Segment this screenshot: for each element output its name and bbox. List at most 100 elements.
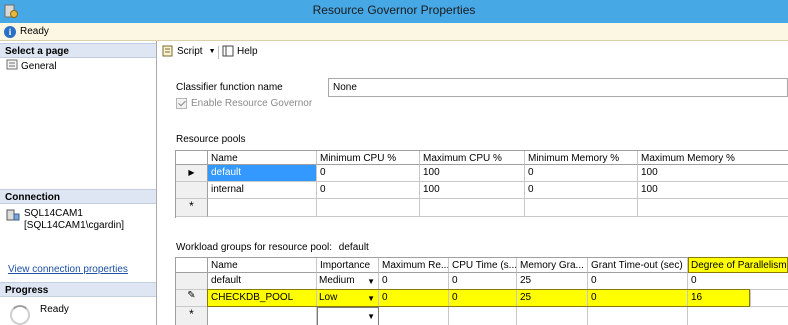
new-row-indicator[interactable]: *: [176, 199, 208, 217]
workload-groups-label-text: Workload groups for resource pool:: [176, 242, 333, 253]
classifier-function-field[interactable]: None: [328, 78, 788, 97]
row-indicator[interactable]: ▶: [176, 165, 208, 182]
connection-user: [SQL14CAM1\cgardin]: [24, 220, 125, 231]
row-indicator[interactable]: [176, 182, 208, 199]
resource-pools-grid: Name Minimum CPU % Maximum CPU % Minimum…: [175, 150, 788, 218]
chevron-down-icon[interactable]: ▼: [367, 294, 375, 303]
importance-dropdown[interactable]: Low ▼: [317, 290, 379, 307]
grid-cell[interactable]: [317, 199, 420, 217]
script-button[interactable]: Script ▼: [162, 45, 216, 57]
grid-cell[interactable]: 0: [449, 273, 517, 290]
grid-cell[interactable]: 100: [638, 182, 788, 199]
importance-dropdown[interactable]: ▼: [317, 307, 379, 325]
grid-cell[interactable]: [638, 199, 788, 217]
toolbar-separator: [218, 46, 219, 59]
pool-name-cell[interactable]: default: [208, 165, 317, 182]
grid-cell[interactable]: [420, 199, 525, 217]
importance-dropdown[interactable]: Medium ▼: [317, 273, 379, 290]
select-page-header: Select a page: [0, 43, 156, 58]
group-name-cell[interactable]: CHECKDB_POOL: [208, 290, 317, 307]
status-bar: i Ready: [0, 23, 788, 41]
grid-cell-overflow: [751, 290, 788, 307]
grid-cell[interactable]: [588, 307, 688, 325]
group-name-cell[interactable]: default: [208, 273, 317, 290]
checkbox-check-icon: [176, 98, 187, 109]
column-header[interactable]: Minimum Memory %: [525, 151, 638, 165]
resource-pools-label: Resource pools: [176, 134, 246, 145]
status-text: Ready: [20, 26, 49, 37]
chevron-down-icon[interactable]: ▼: [367, 312, 375, 321]
chevron-down-icon[interactable]: ▼: [209, 48, 216, 55]
row-edit-indicator[interactable]: ✎: [176, 290, 208, 307]
grid-cell[interactable]: 0: [379, 290, 449, 307]
server-icon: [6, 209, 20, 221]
grid-cell[interactable]: 0: [588, 290, 688, 307]
toolbar: Script ▼ Help: [158, 41, 788, 63]
importance-value: Low: [319, 292, 338, 303]
chevron-down-icon[interactable]: ▼: [367, 277, 375, 286]
grid-cell[interactable]: [525, 199, 638, 217]
grid-cell[interactable]: [449, 307, 517, 325]
window-title: Resource Governor Properties: [312, 3, 476, 17]
column-header[interactable]: Name: [208, 151, 317, 165]
degree-of-parallelism-cell[interactable]: 16: [688, 290, 751, 307]
connection-server: SQL14CAM1: [24, 208, 83, 219]
column-header[interactable]: Memory Gra...: [517, 258, 588, 273]
progress-ring-icon: [10, 305, 30, 325]
grid-cell[interactable]: 0: [525, 182, 638, 199]
grid-corner: [176, 258, 208, 273]
page-item-label: General: [21, 61, 57, 72]
enable-resource-governor-checkbox[interactable]: Enable Resource Governor: [176, 98, 312, 109]
grid-cell[interactable]: 0: [449, 290, 517, 307]
grid-cell[interactable]: [688, 307, 788, 325]
column-header[interactable]: Maximum CPU %: [420, 151, 525, 165]
help-button[interactable]: Help: [222, 45, 258, 57]
degree-of-parallelism-header[interactable]: Degree of Parallelism: [688, 258, 788, 273]
progress-header: Progress: [0, 282, 156, 297]
progress-status: Ready: [40, 304, 69, 315]
info-icon: i: [4, 26, 16, 38]
connection-info: SQL14CAM1 [SQL14CAM1\cgardin]: [6, 208, 124, 232]
column-header[interactable]: Name: [208, 258, 317, 273]
pool-name-cell[interactable]: internal: [208, 182, 317, 199]
view-connection-properties-link[interactable]: View connection properties: [8, 264, 128, 275]
grid-cell[interactable]: [379, 307, 449, 325]
enable-resource-governor-label: Enable Resource Governor: [191, 98, 313, 109]
classifier-label: Classifier function name: [176, 82, 283, 93]
column-header[interactable]: Importance: [317, 258, 379, 273]
grid-cell[interactable]: 0: [379, 273, 449, 290]
grid-cell[interactable]: 25: [517, 290, 588, 307]
help-label: Help: [237, 45, 258, 57]
grid-cell[interactable]: 100: [638, 165, 788, 182]
grid-cell[interactable]: 0: [588, 273, 688, 290]
page-icon: [6, 59, 18, 70]
grid-cell[interactable]: 100: [420, 165, 525, 182]
script-label: Script: [177, 45, 203, 57]
workload-pool-name: default: [338, 242, 369, 253]
connection-header: Connection: [0, 189, 156, 204]
grid-cell[interactable]: 100: [420, 182, 525, 199]
grid-cell[interactable]: [208, 199, 317, 217]
help-icon: [222, 45, 234, 57]
page-item-general[interactable]: General: [6, 59, 57, 72]
column-header[interactable]: Maximum Memory %: [638, 151, 788, 165]
grid-cell[interactable]: [208, 307, 317, 325]
title-bar: Resource Governor Properties: [0, 0, 788, 23]
grid-cell[interactable]: 25: [517, 273, 588, 290]
workload-groups-label: Workload groups for resource pool: defau…: [176, 242, 369, 253]
grid-cell[interactable]: 0: [317, 182, 420, 199]
grid-cell[interactable]: 0: [317, 165, 420, 182]
grid-cell[interactable]: 0: [525, 165, 638, 182]
new-row-indicator[interactable]: *: [176, 307, 208, 325]
grid-cell[interactable]: 0: [688, 273, 788, 290]
workload-groups-grid: Name Importance Maximum Re... CPU Time (…: [175, 257, 788, 325]
column-header[interactable]: Maximum Re...: [379, 258, 449, 273]
column-header[interactable]: CPU Time (s...: [449, 258, 517, 273]
importance-value: Medium: [319, 275, 355, 286]
row-indicator[interactable]: [176, 273, 208, 290]
grid-corner: [176, 151, 208, 165]
grid-cell[interactable]: [517, 307, 588, 325]
column-header[interactable]: Grant Time-out (sec): [588, 258, 688, 273]
script-icon: [162, 45, 173, 57]
column-header[interactable]: Minimum CPU %: [317, 151, 420, 165]
